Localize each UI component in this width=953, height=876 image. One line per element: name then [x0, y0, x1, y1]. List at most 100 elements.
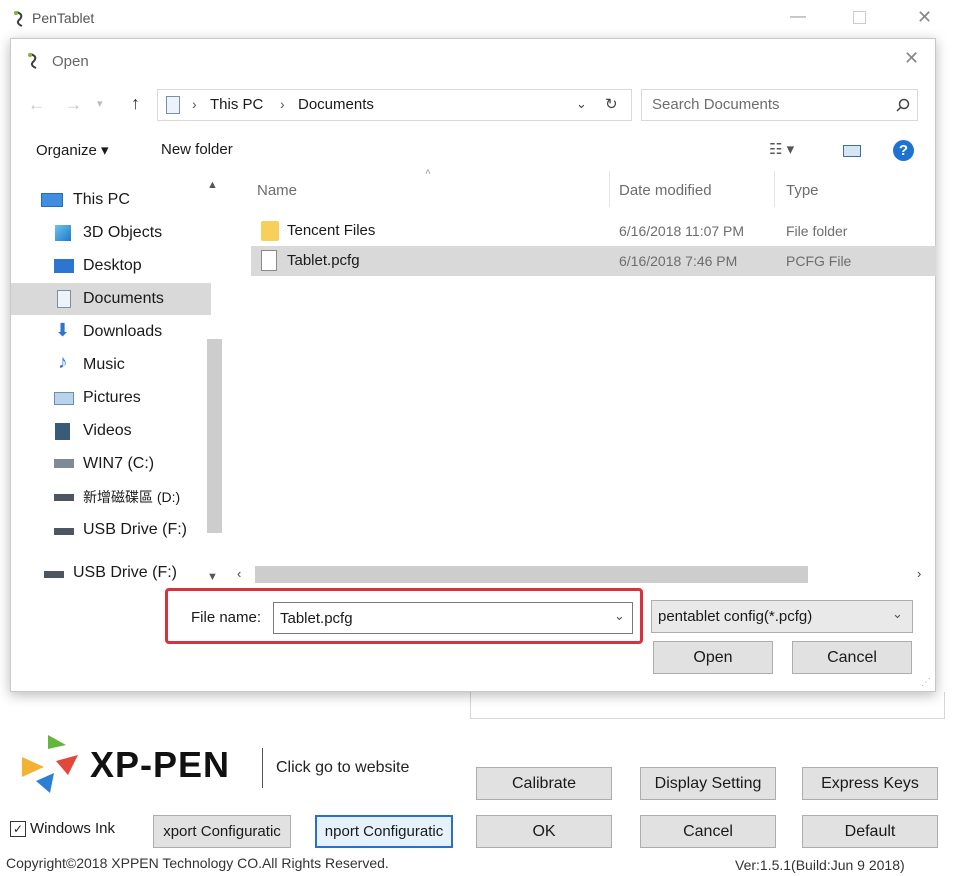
app-title-bar: PenTablet — ✕	[0, 0, 953, 36]
file-icon	[261, 250, 277, 271]
file-date: 6/16/2018 7:46 PM	[619, 253, 738, 269]
file-name: Tablet.pcfg	[287, 252, 360, 269]
file-row-tencent-files[interactable]: Tencent Files 6/16/2018 11:07 PM File fo…	[251, 216, 936, 246]
hscroll-right-icon[interactable]: ›	[917, 566, 921, 581]
filename-label: File name:	[191, 609, 262, 626]
breadcrumb-documents[interactable]: Documents	[298, 96, 374, 113]
nav-label: Desktop	[83, 257, 142, 274]
maximize-icon[interactable]	[853, 11, 866, 24]
forward-arrow-icon[interactable]: →	[65, 95, 82, 115]
column-header-date[interactable]: Date modified	[619, 182, 712, 199]
navigation-pane[interactable]: ▲ ▼ This PC 3D Objects Desktop Documents…	[11, 179, 226, 587]
file-row-tablet-pcfg[interactable]: Tablet.pcfg 6/16/2018 7:46 PM PCFG File	[251, 246, 936, 276]
usb-drive-icon	[44, 571, 64, 578]
nav-label: Music	[83, 356, 125, 373]
cancel-main-button[interactable]: Cancel	[640, 815, 776, 848]
default-button[interactable]: Default	[802, 815, 938, 848]
dialog-close-icon[interactable]: ✕	[904, 48, 919, 69]
nav-label: WIN7 (C:)	[83, 455, 155, 472]
ok-button[interactable]: OK	[476, 815, 612, 848]
export-configuration-button[interactable]: xport Configuratic	[153, 815, 291, 848]
open-button[interactable]: Open	[653, 641, 773, 674]
back-arrow-icon[interactable]: ←	[28, 95, 45, 115]
breadcrumb-this-pc[interactable]: This PC	[210, 96, 263, 113]
filename-value: Tablet.pcfg	[280, 610, 353, 627]
nav-label: Videos	[83, 422, 132, 439]
filetype-value: pentablet config(*.pcfg)	[658, 608, 813, 625]
nav-label: This PC	[73, 191, 130, 208]
filetype-dropdown-icon[interactable]: ⌄	[892, 606, 903, 622]
filetype-select[interactable]: pentablet config(*.pcfg) ⌄	[651, 600, 913, 633]
filename-input[interactable]: Tablet.pcfg ⌄	[273, 602, 633, 634]
file-date: 6/16/2018 11:07 PM	[619, 223, 745, 239]
search-icon[interactable]	[896, 98, 910, 112]
usb-drive-icon	[54, 528, 74, 535]
hscroll-thumb[interactable]	[255, 566, 808, 583]
column-divider[interactable]	[609, 171, 610, 207]
nav-item-downloads[interactable]: ⬇ Downloads	[11, 316, 211, 348]
dialog-app-icon	[28, 53, 37, 69]
computer-icon	[41, 193, 63, 207]
nav-item-drive-d[interactable]: 新增磁碟區 (D:)	[11, 481, 211, 513]
website-link[interactable]: Click go to website	[276, 759, 409, 777]
nav-item-3d-objects[interactable]: 3D Objects	[11, 217, 211, 249]
nav-item-desktop[interactable]: Desktop	[11, 250, 211, 282]
checkbox-checked-icon: ✓	[10, 820, 26, 837]
address-dropdown-icon[interactable]: ⌄	[576, 96, 587, 112]
nav-label: USB Drive (F:)	[83, 521, 187, 538]
display-setting-button[interactable]: Display Setting	[640, 767, 776, 800]
xp-pen-logo-mark	[22, 735, 78, 793]
column-header-name[interactable]: Name	[257, 182, 297, 199]
nav-item-usb-drive-f-2[interactable]: USB Drive (F:)	[11, 557, 211, 589]
nav-label: USB Drive (F:)	[73, 564, 177, 581]
windows-ink-label: Windows Ink	[30, 820, 116, 837]
desktop-icon	[54, 259, 74, 273]
xp-pen-logo[interactable]: XP-PEN	[90, 744, 230, 786]
new-folder-button[interactable]: New folder	[161, 141, 233, 158]
cancel-button[interactable]: Cancel	[792, 641, 912, 674]
copyright-text: Copyright©2018 XPPEN Technology CO.All R…	[6, 855, 389, 871]
up-arrow-icon[interactable]: ↑	[131, 93, 140, 114]
nav-item-pictures[interactable]: Pictures	[11, 382, 211, 414]
refresh-icon[interactable]: ↻	[605, 95, 618, 113]
background-panel-frame	[470, 692, 945, 719]
column-divider[interactable]	[774, 171, 775, 207]
hscroll-left-icon[interactable]: ‹	[237, 566, 241, 581]
resize-grip-icon[interactable]: ⋰	[921, 677, 931, 688]
filename-dropdown-icon[interactable]: ⌄	[614, 608, 625, 624]
video-icon	[55, 423, 70, 440]
nav-item-win7-c[interactable]: WIN7 (C:)	[11, 448, 211, 480]
preview-pane-icon[interactable]	[843, 145, 861, 157]
drive-icon	[54, 459, 74, 468]
column-header-type[interactable]: Type	[786, 182, 819, 199]
organize-button[interactable]: Organize ▾	[36, 141, 109, 159]
nav-item-videos[interactable]: Videos	[11, 415, 211, 447]
breadcrumb-separator-icon: ›	[192, 96, 197, 112]
sort-ascending-icon: ˄	[425, 167, 431, 178]
nav-label: Pictures	[83, 389, 141, 406]
nav-item-documents[interactable]: Documents	[11, 283, 211, 315]
help-icon[interactable]: ?	[893, 140, 914, 161]
nav-item-usb-drive-f[interactable]: USB Drive (F:)	[11, 514, 211, 546]
express-keys-button[interactable]: Express Keys	[802, 767, 938, 800]
file-type: PCFG File	[786, 253, 852, 269]
version-text: Ver:1.5.1(Build:Jun 9 2018)	[735, 857, 905, 873]
view-options-icon[interactable]: ☷ ▾	[769, 140, 794, 158]
nav-item-music[interactable]: ♪ Music	[11, 349, 211, 381]
search-input[interactable]: Search Documents	[641, 89, 918, 121]
calibrate-button[interactable]: Calibrate	[476, 767, 612, 800]
minimize-icon[interactable]: —	[790, 8, 806, 26]
nav-item-this-pc[interactable]: This PC	[11, 184, 211, 216]
cube-icon	[55, 225, 71, 241]
pictures-icon	[54, 392, 74, 405]
folder-icon	[261, 221, 279, 241]
drive-icon	[54, 494, 74, 501]
file-name: Tencent Files	[287, 222, 376, 239]
logo-divider	[262, 748, 263, 788]
windows-ink-checkbox[interactable]: ✓ Windows Ink	[10, 820, 115, 837]
close-icon[interactable]: ✕	[917, 7, 932, 28]
recent-dropdown-icon[interactable]: ▾	[97, 97, 103, 110]
address-bar[interactable]: › This PC › Documents ⌄ ↻	[157, 89, 632, 121]
import-configuration-button[interactable]: nport Configuratic	[315, 815, 453, 848]
file-type: File folder	[786, 223, 848, 239]
